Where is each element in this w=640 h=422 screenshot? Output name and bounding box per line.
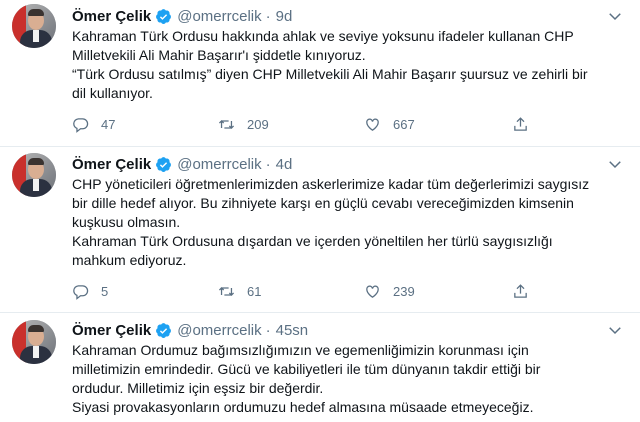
author-handle[interactable]: @omerrcelik — [177, 8, 261, 25]
author-handle[interactable]: @omerrcelik — [177, 322, 261, 339]
tweet-text: CHP yöneticileri öğretmenlerimizden aske… — [72, 175, 628, 270]
author-name[interactable]: Ömer Çelik — [72, 322, 151, 339]
like-count: 667 — [393, 117, 415, 132]
tweet-text-line: Kahraman Türk Ordusu hakkında ahlak ve s… — [72, 28, 574, 44]
tweet-actions: 5 61 239 — [72, 283, 552, 303]
tweet-text-line: CHP yöneticileri öğretmenlerimizden aske… — [72, 176, 590, 192]
like-button[interactable]: 239 — [364, 283, 415, 300]
tweet-text-line: “Türk Ordusu satılmış” diyen CHP Milletv… — [72, 66, 588, 82]
tweet-text: Kahraman Ordumuz bağımsızlığımızın ve eg… — [72, 341, 628, 417]
avatar[interactable] — [12, 153, 56, 197]
verified-badge-icon — [156, 322, 172, 338]
chevron-down-icon[interactable] — [606, 7, 624, 25]
reply-button[interactable]: 5 — [72, 283, 108, 300]
reply-count: 47 — [101, 117, 116, 132]
tweet-text-line: Milletvekili Ali Mahir Başarır'ı şiddetl… — [72, 47, 366, 63]
reply-button[interactable]: 47 — [72, 116, 115, 133]
retweet-button[interactable]: 61 — [218, 283, 261, 300]
share-button[interactable] — [512, 283, 529, 300]
verified-badge-icon — [156, 8, 172, 24]
tweet-text-line: Kahraman Ordumuz bağımsızlığımızın ve eg… — [72, 342, 529, 358]
heart-icon — [366, 118, 379, 131]
tweet-text-line: bir dille hedef alıyor. Bu zihniyete kar… — [72, 195, 574, 211]
verified-badge-icon — [156, 156, 172, 172]
like-button[interactable]: 667 — [364, 116, 415, 133]
avatar[interactable] — [12, 4, 56, 48]
author-name[interactable]: Ömer Çelik — [72, 156, 151, 173]
retweet-icon — [218, 287, 235, 296]
tweet[interactable]: Ömer Çelik @omerrcelik · 4d CHP yönetici… — [0, 147, 640, 313]
chevron-down-icon[interactable] — [606, 321, 624, 339]
retweet-button[interactable]: 209 — [218, 116, 269, 133]
reply-icon — [73, 285, 89, 300]
tweet-text-line: Siyasi provakasyonların ordumuzu hedef a… — [72, 399, 534, 415]
author-name[interactable]: Ömer Çelik — [72, 8, 151, 25]
author-handle[interactable]: @omerrcelik — [177, 156, 261, 173]
tweet-text-line: mahkum ediyoruz. — [72, 252, 187, 268]
share-button[interactable] — [512, 116, 529, 133]
tweet[interactable]: Ömer Çelik @omerrcelik · 45sn Kahraman O… — [0, 313, 640, 422]
tweet-actions: 47 209 667 — [72, 116, 552, 136]
chevron-down-icon[interactable] — [606, 155, 624, 173]
retweet-count: 209 — [247, 117, 269, 132]
tweet-text-line: milletimizin emrindedir. Gücü ve kabiliy… — [72, 361, 541, 377]
reply-count: 5 — [101, 284, 109, 299]
heart-icon — [366, 285, 379, 298]
tweet-text-line: Kahraman Türk Ordusuna dışardan ve içerd… — [72, 233, 553, 249]
avatar[interactable] — [12, 320, 56, 364]
tweet-text-line: ordudur. Milletimiz için eşsiz bir değer… — [72, 380, 324, 396]
share-icon — [514, 284, 527, 298]
separator-dot: · — [265, 7, 271, 25]
tweet-text-line: kuşkusu olmasın. — [72, 214, 181, 230]
timestamp[interactable]: 4d — [276, 156, 293, 173]
reply-icon — [73, 118, 89, 133]
share-icon — [514, 117, 527, 131]
tweet[interactable]: Ömer Çelik @omerrcelik · 9d Kahraman Tür… — [0, 0, 640, 150]
like-count: 239 — [393, 284, 415, 299]
tweet-text: Kahraman Türk Ordusu hakkında ahlak ve s… — [72, 27, 628, 103]
timestamp[interactable]: 45sn — [276, 322, 309, 339]
separator-dot: · — [265, 321, 271, 339]
separator-dot: · — [265, 155, 271, 173]
retweet-count: 61 — [247, 284, 262, 299]
retweet-icon — [218, 120, 235, 129]
tweet-text-line: dil kullanıyor. — [72, 85, 153, 101]
timestamp[interactable]: 9d — [276, 8, 293, 25]
